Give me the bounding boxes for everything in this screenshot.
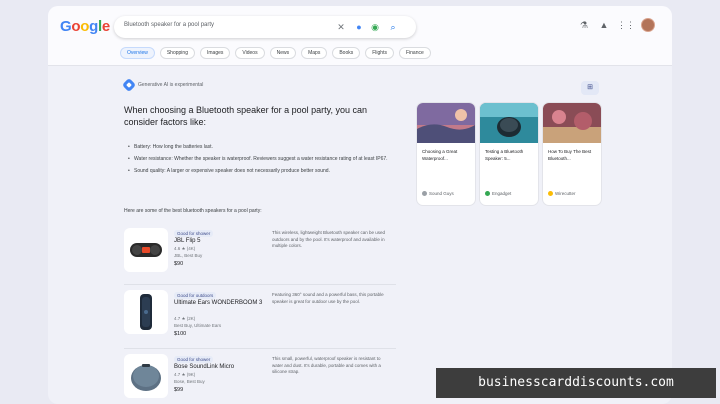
source-card[interactable]: Testing a Bluetooth Speaker: 5... Engadg… [480,103,538,205]
tab-news[interactable]: News [269,47,297,59]
product-name[interactable]: Ultimate Ears WONDERBOOM 3 [174,300,262,306]
tab-flights[interactable]: Flights [365,47,394,59]
tab-shopping[interactable]: Shopping [159,47,195,59]
google-logo[interactable]: Google [60,18,110,35]
source-card[interactable]: Choosing a Great Waterproof... Sound Guy… [417,103,475,205]
source-cards: Choosing a Great Waterproof... Sound Guy… [417,103,601,205]
product-image[interactable] [124,290,168,334]
list-item: Water resistance: Whether the speaker is… [128,156,388,163]
list-item: Sound quality: A larger or expensive spe… [128,168,388,175]
tab-finance[interactable]: Finance [398,47,431,59]
mic-icon[interactable]: ● [352,20,366,34]
product-description: Featuring 360° sound and a powerful bass… [272,292,384,304]
product-badge: Good for shower [174,356,214,363]
search-box[interactable]: Bluetooth speaker for a pool party ✕ ● ◉… [114,16,416,38]
card-image [417,103,475,143]
apps-grid-icon[interactable]: ⋮⋮ [617,20,635,31]
avatar[interactable] [641,18,655,32]
products-intro: Here are some of the best bluetooth spea… [124,208,262,214]
watermark: businesscarddiscounts.com [436,368,716,398]
close-icon[interactable]: ✕ [334,20,348,34]
labs-icon[interactable]: ⚗ [577,20,591,31]
product-rating: 4.7 ★ (2K) [174,316,196,321]
card-title[interactable]: How To Buy The Best Bluetooth... [548,148,596,162]
product-seller: Bose, Best Buy [174,379,205,384]
product-badge: Good for shower [174,230,214,237]
card-source-name: Wirecutter [555,191,576,196]
card-source-name: Sound Guys [429,191,454,196]
search-tabs: Overview Shopping Images Videos News Map… [120,47,431,59]
tab-books[interactable]: Books [332,47,361,59]
product-description: This wireless, lightweight Bluetooth spe… [272,230,386,248]
source-favicon-icon [485,191,490,196]
source-favicon-icon [422,191,427,196]
layout-toggle-button[interactable]: ⊞ [581,81,599,95]
product-badge: Good for outdoors [174,292,217,299]
list-item: Battery: How long the batteries last. [128,144,388,151]
ai-overview-headline: When choosing a Bluetooth speaker for a … [124,105,367,127]
tab-videos[interactable]: Videos [235,47,265,59]
product-price: $90 [174,261,184,267]
product-card[interactable]: Good for outdoors Ultimate Ears WONDERBO… [124,290,396,342]
card-source: Sound Guys [422,191,454,196]
product-image[interactable] [124,228,168,272]
product-price: $100 [174,331,187,337]
header: Google Bluetooth speaker for a pool part… [48,6,672,66]
product-name[interactable]: Bose SoundLink Micro [174,364,234,370]
product-name[interactable]: JBL Flip 5 [174,238,200,244]
source-favicon-icon [548,191,553,196]
tab-images[interactable]: Images [199,47,231,59]
search-results-page: Google Bluetooth speaker for a pool part… [48,6,672,404]
product-image[interactable] [124,354,168,398]
product-card[interactable]: Good for shower JBL Flip 5 4.6 ★ (4K) JB… [124,228,396,280]
product-rating: 4.6 ★ (4K) [174,246,196,251]
card-title[interactable]: Choosing a Great Waterproof... [422,148,470,162]
product-seller: Best Buy, Ultimate Ears [174,323,222,328]
product-card[interactable]: Good for shower Bose SoundLink Micro 4.7… [124,354,396,404]
card-image [543,103,601,143]
card-source: Engadget [485,191,511,196]
factor-list: Battery: How long the batteries last. Wa… [128,144,388,180]
card-source-name: Engadget [492,191,512,196]
camera-icon[interactable]: ◉ [368,20,382,34]
product-seller: JBL, Best Buy [174,253,203,258]
product-price: $99 [174,387,184,393]
card-title[interactable]: Testing a Bluetooth Speaker: 5... [485,148,533,162]
card-image [480,103,538,143]
tab-maps[interactable]: Maps [301,47,328,59]
ai-overview-label: Generative AI is experimental [138,82,204,88]
source-card[interactable]: How To Buy The Best Bluetooth... Wirecut… [543,103,601,205]
card-source: Wirecutter [548,191,576,196]
product-rating: 4.7 ★ (9K) [174,372,196,377]
notifications-icon[interactable]: ▲ [597,20,611,30]
divider [124,284,396,285]
search-icon[interactable]: ⌕ [386,20,400,34]
product-description: This small, powerful, waterproof speaker… [272,356,381,374]
tab-overview[interactable]: Overview [120,47,155,59]
search-input[interactable]: Bluetooth speaker for a pool party [124,22,214,28]
divider [124,348,396,349]
